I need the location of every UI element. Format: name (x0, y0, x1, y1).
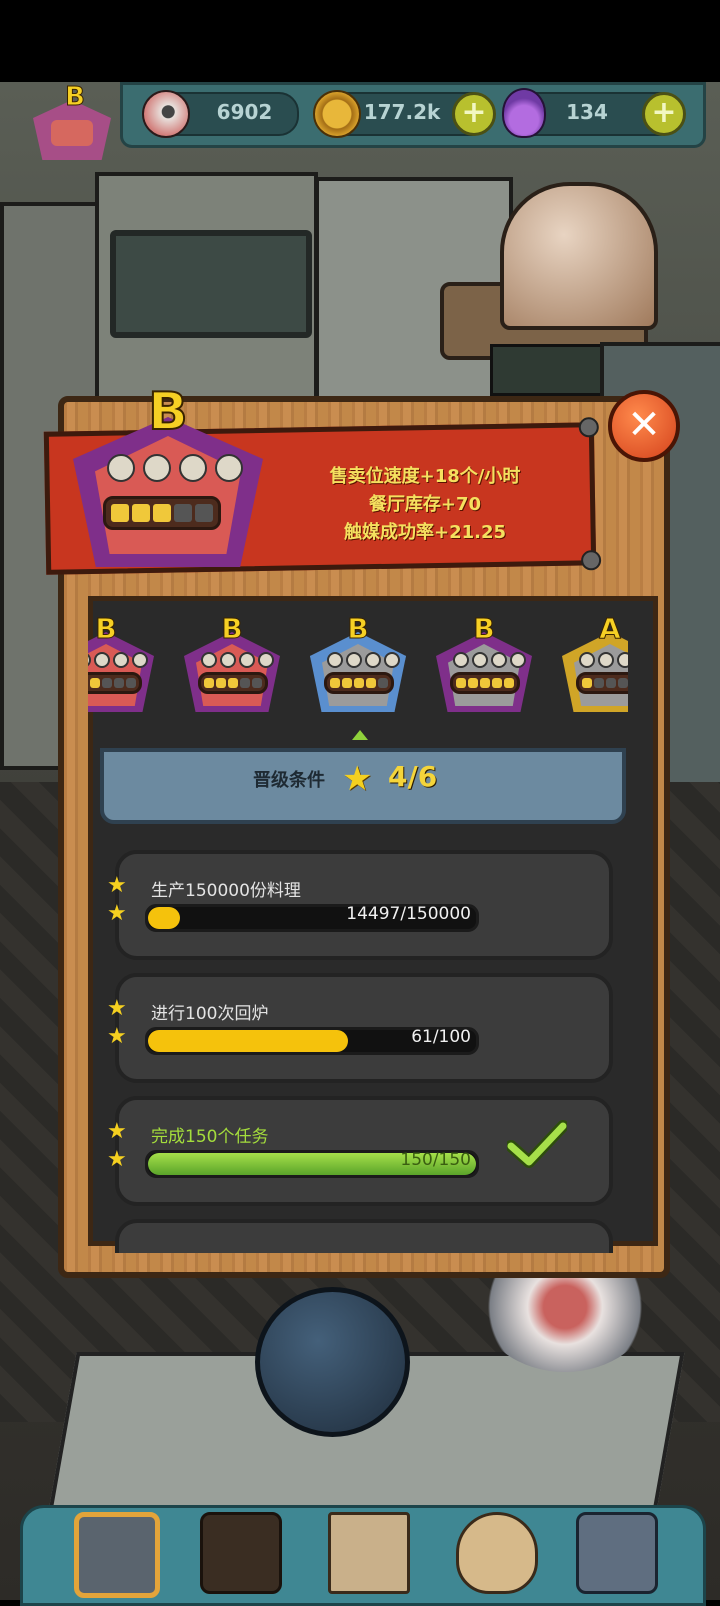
rank-option-eyes (88, 652, 148, 668)
current-rank-pointer-icon (352, 730, 368, 740)
nav-bag-button[interactable] (446, 1500, 542, 1596)
eyeball-icon (142, 90, 190, 138)
rank-option-eyes (201, 652, 274, 668)
nav-book-button[interactable] (318, 1500, 414, 1596)
nav-restaurant-button[interactable] (64, 1500, 160, 1598)
status-bar (0, 0, 720, 82)
rank-carousel[interactable]: BBBBA (88, 598, 628, 726)
notice-board[interactable] (490, 344, 606, 396)
rank-option-letter: B (95, 612, 117, 646)
bonus-line: 售卖位速度+18个/小时 (329, 466, 521, 487)
monster-grid-icon (576, 1512, 658, 1594)
task-stars-icon: ★ ★ (107, 1119, 127, 1172)
neon-sign (110, 230, 312, 338)
task-label: 完成150个任务 (151, 1127, 269, 1147)
task-card: ★ ★ 完成150个任务 150/150 (107, 1096, 613, 1206)
potion-count: 134 (566, 100, 608, 124)
task-label: 进行100次回炉 (151, 1004, 269, 1024)
task-stars-icon: ★ ★ (107, 873, 127, 926)
emblem-rank-slots (103, 496, 221, 530)
rank-badge-letter: B (65, 82, 86, 113)
rank-option-letter: B (473, 612, 495, 646)
money-bag-icon (456, 1512, 538, 1594)
plus-icon: + (651, 95, 677, 130)
gold-count: 177.2k (363, 100, 441, 124)
rank-option-eyes (327, 652, 400, 668)
eyeball-count: 6902 (216, 100, 273, 124)
close-icon: ✕ (627, 402, 661, 448)
plus-icon: + (461, 95, 487, 130)
furnace-icon (200, 1512, 282, 1594)
book-icon (328, 1512, 410, 1594)
rank-list: BBBBA (88, 598, 628, 726)
task-card-partial (115, 1219, 613, 1253)
rank-option-slots (450, 672, 520, 694)
task-progress-fill (148, 907, 180, 929)
restaurant-icon (74, 1512, 160, 1598)
brain-dome (500, 182, 658, 330)
task-card: ★ ★ 进行100次回炉 61/100 (107, 973, 613, 1083)
task-label: 生产150000份料理 (151, 881, 301, 901)
blue-creature[interactable] (255, 1287, 410, 1437)
task-stars-icon: ★ ★ (107, 996, 127, 1049)
rank-option-eyes (579, 652, 628, 668)
rank-option[interactable]: B (88, 612, 154, 716)
task-progress-text: 150/150 (400, 1150, 471, 1170)
rank-option-letter: B (347, 612, 369, 646)
potion-icon (502, 88, 546, 138)
rank-option-slots (576, 672, 628, 694)
emblem-eyes (107, 454, 243, 482)
bonus-line: 餐厅库存+70 (368, 494, 482, 515)
task-progress-text: 14497/150000 (346, 904, 471, 924)
star-icon: ★ (342, 759, 373, 799)
close-button[interactable]: ✕ (608, 390, 680, 462)
task-progress-fill (148, 1030, 349, 1052)
rank-option-letter: B (221, 612, 243, 646)
rank-option-eyes (453, 652, 526, 668)
rank-option-letter: A (599, 612, 622, 646)
check-icon (507, 1120, 567, 1168)
rank-option-slots (88, 672, 142, 694)
task-progress-text: 61/100 (411, 1027, 471, 1047)
requirement-progress: 4/6 (388, 760, 438, 793)
task-card: ★ ★ 生产150000份料理 14497/150000 (107, 850, 613, 960)
nav-monsters-button[interactable] (566, 1500, 662, 1596)
current-rank-emblem: B (73, 372, 263, 572)
nav-furnace-button[interactable] (190, 1500, 286, 1596)
add-gold-button[interactable]: + (452, 92, 496, 136)
bonus-line: 触媒成功率+21.25 (343, 522, 507, 543)
rank-option[interactable]: B (310, 612, 406, 716)
coin-icon (313, 90, 361, 138)
player-rank-badge[interactable]: B (25, 82, 125, 168)
rank-option[interactable]: B (436, 612, 532, 716)
rank-option-slots (324, 672, 394, 694)
requirement-label: 晋级条件 (253, 770, 325, 791)
add-potion-button[interactable]: + (642, 92, 686, 136)
emblem-rank-letter: B (147, 381, 189, 443)
rank-option[interactable]: A (562, 612, 628, 716)
rank-option-slots (198, 672, 268, 694)
rank-option[interactable]: B (184, 612, 280, 716)
